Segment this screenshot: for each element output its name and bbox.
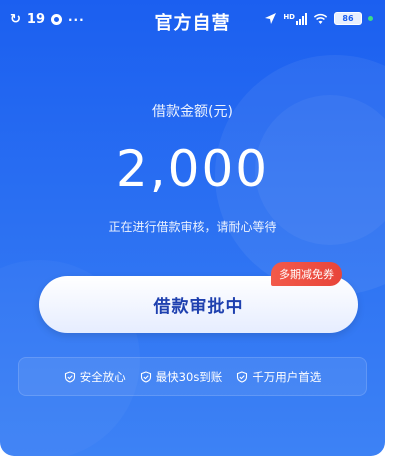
status-bar: ↻ 19 ··· 官方自营 HD 86 (0, 0, 385, 42)
wifi-icon (313, 13, 328, 24)
shield-check-icon (140, 370, 151, 383)
feature-item: 千万用户首选 (236, 369, 321, 385)
signal-icon: HD (283, 12, 307, 25)
loan-amount: 2,000 (115, 140, 270, 198)
status-bar-right: HD 86 (264, 12, 373, 25)
network-type: HD (283, 12, 295, 21)
privacy-indicator-icon (368, 16, 373, 21)
feature-item: 安全放心 (64, 369, 126, 385)
location-icon (265, 13, 277, 24)
feature-label: 千万用户首选 (252, 369, 322, 384)
shield-check-icon (237, 370, 248, 383)
battery-icon: 86 (334, 12, 362, 25)
feature-strip: 安全放心 最快30s到账 千万用户首选 (18, 357, 367, 396)
amount-label: 借款金额(元) (152, 104, 233, 120)
feature-label: 最快30s到账 (155, 369, 223, 384)
review-status-note: 正在进行借款审核，请耐心等待 (108, 220, 277, 234)
promo-coupon-badge: 多期减免券 (271, 262, 342, 286)
shield-check-icon (64, 370, 75, 383)
loan-status-card: ↻ 19 ··· 官方自营 HD 86 借款金额(元) 2,000 正在进行借款… (0, 0, 385, 456)
feature-item: 最快30s到账 (140, 369, 223, 385)
feature-label: 安全放心 (79, 369, 126, 384)
